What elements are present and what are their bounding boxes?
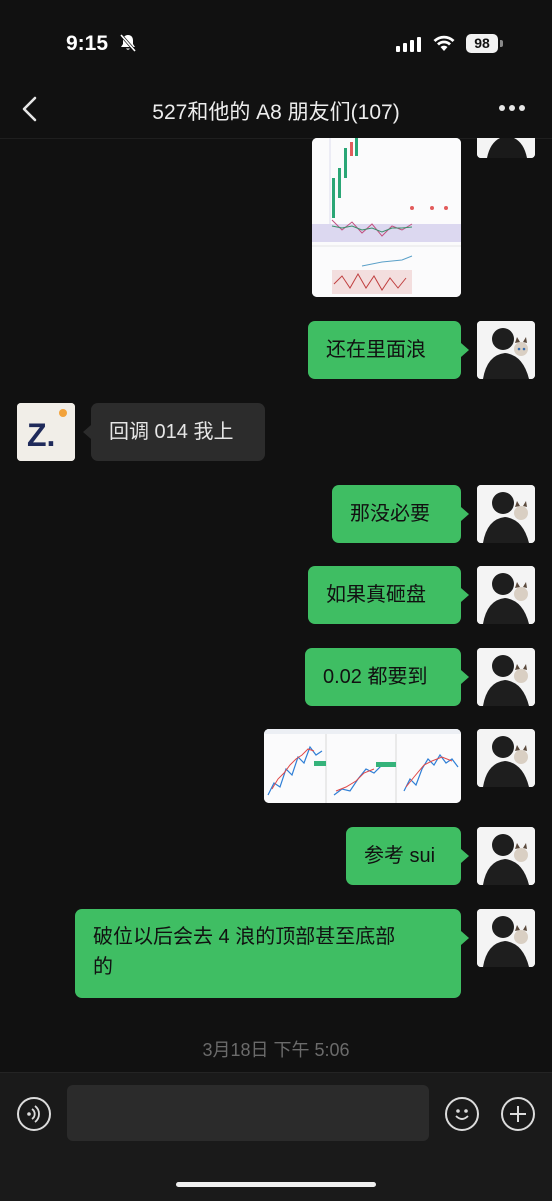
add-attachment-button[interactable] — [501, 1097, 535, 1131]
bubble-tail — [461, 931, 469, 945]
bubble-tail — [461, 588, 469, 602]
status-bar: 9:15 98 — [0, 0, 552, 80]
home-indicator — [176, 1182, 376, 1187]
message-bubble[interactable]: 0.02 都要到 — [305, 648, 461, 706]
chat-title: 527和他的 A8 朋友们(107) — [152, 101, 400, 124]
chat-timestamp: 3月18日 下午 5:06 — [202, 1040, 350, 1060]
voice-input-button[interactable] — [17, 1097, 51, 1131]
chart-thumbnail — [264, 729, 461, 803]
chart-image-message[interactable] — [264, 729, 461, 803]
bubble-tail — [83, 425, 91, 439]
my-avatar[interactable] — [477, 485, 535, 543]
emoji-icon — [455, 1109, 469, 1120]
message-line: 的 — [93, 956, 113, 978]
bubble-tail — [461, 849, 469, 863]
message-input[interactable] — [67, 1085, 429, 1141]
message-line: 破位以后会去 4 浪的顶部甚至底部 — [93, 926, 396, 948]
bubble-tail — [461, 507, 469, 521]
chart-thumbnail — [312, 138, 461, 297]
my-avatar[interactable] — [477, 648, 535, 706]
emoji-button[interactable] — [445, 1097, 479, 1131]
message-bubble[interactable]: 那没必要 — [332, 485, 461, 543]
bubble-tail — [461, 670, 469, 684]
battery-tip — [500, 40, 503, 47]
chart-image-message[interactable] — [312, 138, 461, 297]
chat-header: 527和他的 A8 朋友们(107) — [0, 80, 552, 139]
sender-avatar[interactable]: Z. — [17, 403, 75, 461]
cellular-signal-icon — [396, 37, 421, 52]
message-bubble[interactable]: 回调 014 我上 — [91, 403, 265, 461]
message-bubble[interactable]: 参考 sui — [346, 827, 461, 885]
plus-icon — [510, 1106, 526, 1122]
voice-icon — [27, 1105, 40, 1123]
my-avatar[interactable] — [477, 909, 535, 967]
bubble-tail — [461, 343, 469, 357]
message-bubble[interactable]: 还在里面浪 — [308, 321, 461, 379]
my-avatar[interactable] — [477, 827, 535, 885]
wifi-icon — [433, 35, 455, 51]
message-bubble[interactable]: 如果真砸盘 — [308, 566, 461, 624]
my-avatar[interactable] — [477, 729, 535, 787]
status-time: 9:15 — [66, 32, 109, 55]
avatar-letter: Z. — [27, 417, 55, 453]
message-bubble-multiline[interactable]: 破位以后会去 4 浪的顶部甚至底部 的 — [75, 909, 461, 998]
my-avatar[interactable] — [477, 321, 535, 379]
my-avatar[interactable] — [477, 566, 535, 624]
bell-muted-icon — [119, 34, 137, 52]
more-options-icon[interactable] — [498, 104, 526, 112]
battery-indicator: 98 — [466, 34, 498, 53]
